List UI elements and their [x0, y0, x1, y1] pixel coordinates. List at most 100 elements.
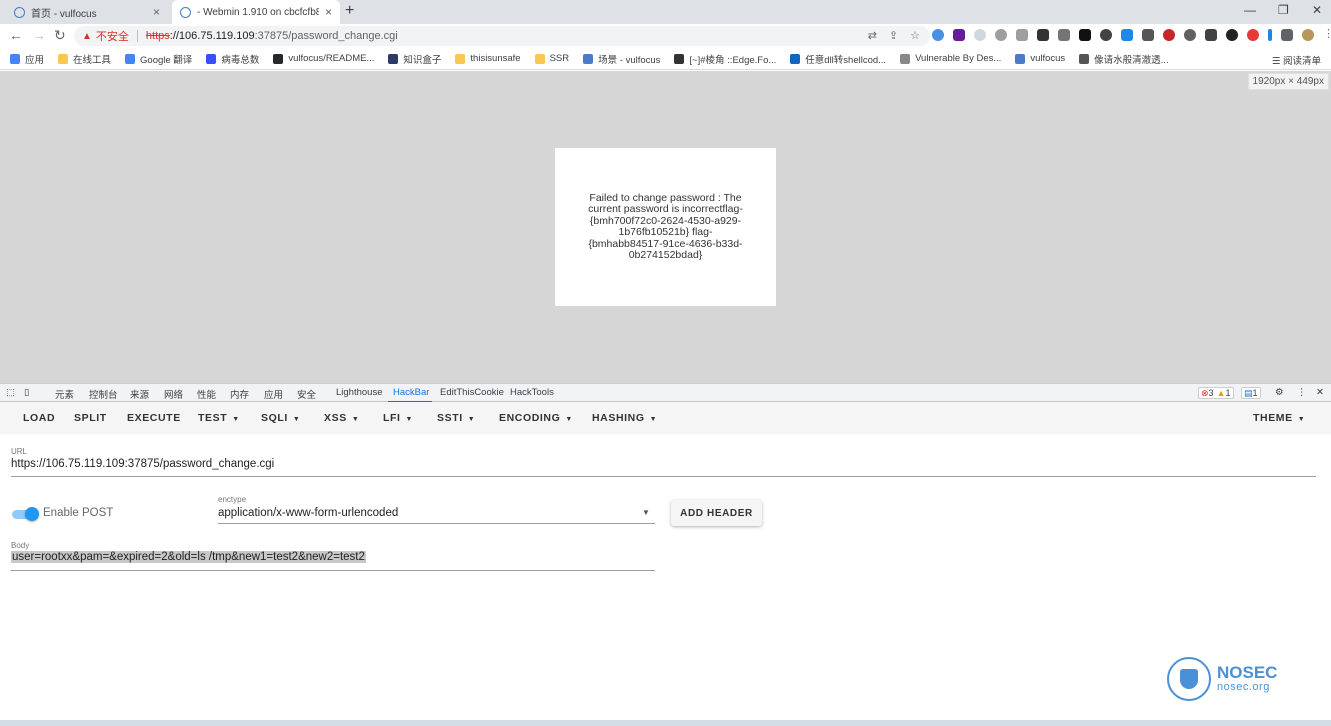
bookmark-item[interactable]: thisisunsafe — [455, 53, 521, 64]
bookmark-item[interactable]: vulfocus — [1015, 53, 1065, 64]
bookmark-item[interactable]: 在线工具 — [58, 52, 111, 66]
enctype-select[interactable]: application/x-www-form-urlencoded — [218, 507, 398, 519]
encoding-menu[interactable]: ENCODING ▼ — [499, 412, 573, 424]
bookmark-label: vulfocus — [1030, 53, 1066, 64]
extension-translate-icon[interactable] — [1121, 29, 1133, 41]
devtools-tab-lighthouse[interactable]: Lighthouse — [336, 387, 382, 398]
extension-n-icon[interactable] — [1079, 29, 1091, 41]
devtools-tab-application[interactable]: 应用 — [264, 387, 283, 401]
devtools-tab-hacktools[interactable]: HackTools — [510, 387, 554, 398]
bookmark-item[interactable]: 应用 — [10, 52, 44, 66]
url-input[interactable]: https://106.75.119.109:37875/password_ch… — [11, 458, 274, 470]
reload-button[interactable]: ↻ — [54, 27, 66, 44]
bookmark-label: 场景 - vulfocus — [598, 54, 661, 66]
devtools-tab-hackbar[interactable]: HackBar — [393, 387, 429, 398]
bookmark-item[interactable]: 知识盒子 — [388, 52, 441, 66]
devtools-tab-memory[interactable]: 内存 — [230, 387, 249, 401]
ssti-menu-label: SSTI — [437, 412, 463, 424]
devtools-tab-elements[interactable]: 元素 — [55, 387, 74, 401]
device-toggle-icon[interactable]: ▯ — [24, 387, 29, 398]
tab-vulfocus-home[interactable]: 首页 - vulfocus × — [6, 0, 168, 24]
minimize-button[interactable]: — — [1244, 3, 1256, 17]
devtools-tab-editthiscookie[interactable]: EditThisCookie — [440, 387, 504, 398]
bookmark-item[interactable]: Google 翻译 — [125, 52, 192, 66]
devtools-close-icon[interactable]: ✕ — [1316, 387, 1324, 398]
load-button[interactable]: LOAD — [23, 412, 55, 424]
translate-icon[interactable]: ⇄ — [868, 29, 877, 42]
test-menu[interactable]: TEST ▼ — [198, 412, 240, 424]
menu-dots-icon[interactable]: ⋮ — [1323, 29, 1331, 41]
bookmark-item[interactable]: 任意dll转shellcod... — [790, 52, 886, 66]
extension-pin-icon[interactable] — [932, 29, 944, 41]
extension-hat-icon[interactable] — [953, 29, 965, 41]
sqli-menu[interactable]: SQLI ▼ — [261, 412, 300, 424]
bookmark-label: [~]#棱角 ::Edge.Fo... — [689, 54, 777, 66]
bookmark-item[interactable]: [~]#棱角 ::Edge.Fo... — [674, 52, 776, 66]
insecure-label[interactable]: 不安全 — [96, 28, 129, 44]
extension-settings-icon[interactable] — [1142, 29, 1154, 41]
new-tab-button[interactable]: + — [345, 2, 354, 20]
devtools-tab-network[interactable]: 网络 — [164, 387, 183, 401]
execute-button[interactable]: EXECUTE — [127, 412, 181, 424]
body-input[interactable]: user=rootxx&pam=&expired=2&old=ls /tmp&n… — [11, 551, 366, 563]
extension-link-icon[interactable] — [974, 29, 986, 41]
add-header-button[interactable]: ADD HEADER — [671, 500, 762, 526]
extension-swirl-icon[interactable] — [1247, 29, 1259, 41]
extension-search-icon[interactable] — [1226, 29, 1238, 41]
reading-list-button[interactable]: ☰ 阅读清单 — [1272, 53, 1321, 67]
extension-bars-icon[interactable] — [1268, 29, 1272, 41]
extension-gear-icon[interactable] — [1100, 29, 1112, 41]
bookmark-favicon-icon — [674, 53, 685, 64]
devtools-settings-gear-icon[interactable]: ⚙ — [1275, 387, 1284, 398]
extension-circle-icon[interactable] — [995, 29, 1007, 41]
extension-box-icon[interactable] — [1058, 29, 1070, 41]
bookmark-item[interactable]: 像请水般清澈透... — [1079, 52, 1169, 66]
bookmark-star-icon[interactable]: ☆ — [910, 29, 920, 42]
lfi-menu[interactable]: LFI ▼ — [383, 412, 413, 424]
address-bar[interactable]: ▲ 不安全 https ://106.75.119.109 :37875/pas… — [74, 26, 930, 46]
warning-triangle-icon[interactable]: ▲ — [82, 31, 92, 42]
devtools-tab-security[interactable]: 安全 — [297, 387, 316, 401]
extensions-bar: ⋮ — [932, 29, 1331, 41]
theme-menu[interactable]: THEME ▼ — [1253, 412, 1305, 424]
error-warning-badge[interactable]: ⊗ 3 ▲ 1 — [1198, 387, 1234, 399]
bookmark-item[interactable]: vulfocus/README... — [273, 53, 374, 64]
devtools-menu-dots-icon[interactable]: ⋮ — [1297, 387, 1307, 398]
bookmark-item[interactable]: SSR — [534, 53, 569, 64]
caret-down-icon: ▼ — [649, 416, 658, 423]
devtools-tabbar: ⬚ ▯ 元素 控制台 来源 网络 性能 内存 应用 安全 Lighthouse … — [0, 383, 1331, 403]
devtools-tab-console[interactable]: 控制台 — [89, 387, 118, 401]
error-icon: ⊗ — [1201, 387, 1209, 398]
inspect-element-icon[interactable]: ⬚ — [6, 387, 15, 398]
bookmark-item[interactable]: Vulnerable By Des... — [900, 53, 1001, 64]
share-icon[interactable]: ⇪ — [889, 29, 898, 42]
tab-webmin[interactable]: - Webmin 1.910 on cbcfcfb88 × — [172, 0, 340, 24]
extension-paragraph-icon[interactable] — [1037, 29, 1049, 41]
extensions-puzzle-icon[interactable] — [1281, 29, 1293, 41]
bookmark-favicon-icon — [455, 53, 466, 64]
bookmark-item[interactable]: 场景 - vulfocus — [583, 52, 660, 66]
devtools-tab-sources[interactable]: 来源 — [130, 387, 149, 401]
profile-avatar[interactable] — [1302, 29, 1314, 41]
hashing-menu[interactable]: HASHING ▼ — [592, 412, 657, 424]
ssti-menu[interactable]: SSTI ▼ — [437, 412, 475, 424]
devtools-tab-performance[interactable]: 性能 — [197, 387, 216, 401]
xss-menu[interactable]: XSS ▼ — [324, 412, 359, 424]
tab-close-icon[interactable]: × — [153, 5, 160, 19]
split-button[interactable]: SPLIT — [74, 412, 107, 424]
tab-close-icon[interactable]: × — [325, 5, 332, 19]
messages-badge[interactable]: ▤ 1 — [1241, 387, 1261, 399]
extension-cookie-icon[interactable] — [1016, 29, 1028, 41]
extension-red-icon[interactable] — [1163, 29, 1175, 41]
extension-face-icon[interactable] — [1205, 29, 1217, 41]
url-path: :37875/password_change.cgi — [254, 30, 398, 42]
bookmark-label: 病毒总数 — [221, 54, 260, 66]
back-button[interactable]: ← — [9, 27, 23, 43]
close-window-button[interactable]: ✕ — [1312, 3, 1322, 17]
forward-button[interactable]: → — [32, 27, 46, 43]
extension-ninja-icon[interactable] — [1184, 29, 1196, 41]
dropdown-arrow-icon[interactable]: ▼ — [642, 508, 650, 517]
bookmark-item[interactable]: 病毒总数 — [206, 52, 259, 66]
restore-button[interactable]: ❐ — [1278, 3, 1289, 17]
enable-post-toggle-knob[interactable] — [25, 507, 39, 521]
